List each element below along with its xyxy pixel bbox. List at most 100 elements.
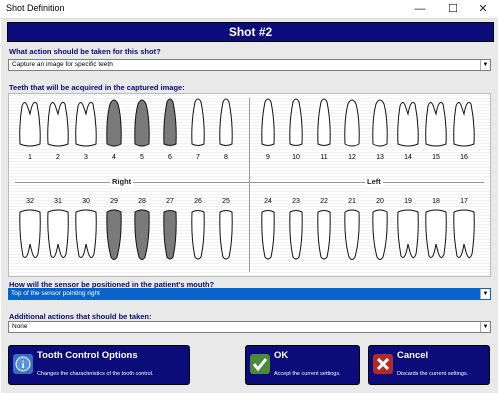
sensor-dropdown[interactable]: Top of the sensor pointing right ▼ xyxy=(8,288,491,300)
tooth-18[interactable] xyxy=(425,209,447,258)
tooth-4[interactable] xyxy=(106,99,122,147)
tooth-number: 22 xyxy=(320,198,328,205)
tooth-21[interactable] xyxy=(344,209,360,260)
tooth-20[interactable] xyxy=(372,209,388,260)
sensor-value: Top of the sensor pointing right xyxy=(9,289,480,299)
tooth-14[interactable] xyxy=(397,101,419,147)
cancel-button[interactable]: Cancel Discards the current settings. xyxy=(368,345,490,385)
tooth-26[interactable] xyxy=(191,210,205,260)
tooth-number: 32 xyxy=(26,198,34,205)
tooth-6[interactable] xyxy=(163,98,177,146)
tooth-number: 10 xyxy=(292,154,300,161)
tooth-16[interactable] xyxy=(453,101,475,147)
tooth-number: 29 xyxy=(110,198,118,205)
tooth-number: 18 xyxy=(432,198,440,205)
tooth-number: 4 xyxy=(112,154,116,161)
tooth-number: 19 xyxy=(404,198,412,205)
teeth-question: Teeth that will be acquired in the captu… xyxy=(9,83,185,92)
tooth-number: 20 xyxy=(376,198,384,205)
tooth-number: 23 xyxy=(292,198,300,205)
tooth-10[interactable] xyxy=(289,98,303,146)
action-value: Capture an image for specific teeth xyxy=(12,61,113,68)
tooth-number: 2 xyxy=(56,154,60,161)
ok-label: OK xyxy=(274,350,289,361)
tooth-number: 31 xyxy=(54,198,62,205)
tooth-control-button[interactable]: i Tooth Control Options Changes the char… xyxy=(8,345,190,385)
tooth-7[interactable] xyxy=(191,98,205,146)
tooth-22[interactable] xyxy=(317,210,331,260)
tooth-3[interactable] xyxy=(75,101,97,147)
tooth-number: 26 xyxy=(194,198,202,205)
x-icon xyxy=(373,354,393,374)
action-dropdown[interactable]: Capture an image for specific teeth ▼ xyxy=(8,59,491,71)
tooth-11[interactable] xyxy=(317,98,331,146)
arch-divider xyxy=(15,182,484,183)
tooth-29[interactable] xyxy=(106,209,122,260)
tooth-1[interactable] xyxy=(19,101,41,147)
additional-value: None xyxy=(12,323,28,330)
tooth-12[interactable] xyxy=(344,99,360,147)
tooth-28[interactable] xyxy=(134,209,150,260)
tooth-17[interactable] xyxy=(453,209,475,258)
shot-banner: Shot #2 xyxy=(7,22,494,42)
left-label: Left xyxy=(365,177,383,186)
svg-text:i: i xyxy=(22,360,25,371)
tooth-2[interactable] xyxy=(47,101,69,147)
tooth-30[interactable] xyxy=(75,209,97,258)
cancel-desc: Discards the current settings. xyxy=(397,371,469,377)
tooth-control-label: Tooth Control Options xyxy=(37,350,138,361)
tooth-number: 12 xyxy=(348,154,356,161)
tooth-5[interactable] xyxy=(134,99,150,147)
tooth-number: 7 xyxy=(196,154,200,161)
chevron-down-icon[interactable]: ▼ xyxy=(480,60,490,70)
info-icon: i xyxy=(13,354,33,374)
tooth-19[interactable] xyxy=(397,209,419,258)
tooth-number: 30 xyxy=(82,198,90,205)
tooth-24[interactable] xyxy=(261,210,275,260)
tooth-number: 14 xyxy=(404,154,412,161)
midline-divider xyxy=(249,98,250,272)
tooth-number: 8 xyxy=(224,154,228,161)
tooth-number: 28 xyxy=(138,198,146,205)
tooth-number: 9 xyxy=(266,154,270,161)
tooth-chart: Right Left 1 2 3 4 5 6 7 8 9 10 11 12 13 14 15 16 32 31 3… xyxy=(8,93,491,277)
window-title: Shot Definition xyxy=(6,3,65,13)
tooth-32[interactable] xyxy=(19,209,41,258)
cancel-label: Cancel xyxy=(397,350,429,361)
tooth-number: 15 xyxy=(432,154,440,161)
tooth-number: 17 xyxy=(460,198,468,205)
additional-dropdown[interactable]: None ▼ xyxy=(8,321,491,333)
tooth-number: 24 xyxy=(264,198,272,205)
tooth-15[interactable] xyxy=(425,101,447,147)
tooth-13[interactable] xyxy=(372,99,388,147)
tooth-control-desc: Changes the characteristics of the tooth… xyxy=(37,371,154,377)
tooth-23[interactable] xyxy=(289,210,303,260)
tooth-number: 6 xyxy=(168,154,172,161)
tooth-number: 1 xyxy=(28,154,32,161)
tooth-number: 11 xyxy=(320,154,328,161)
tooth-number: 16 xyxy=(460,154,468,161)
tooth-number: 3 xyxy=(84,154,88,161)
chevron-down-icon[interactable]: ▼ xyxy=(480,289,490,299)
tooth-31[interactable] xyxy=(47,209,69,258)
chevron-down-icon[interactable]: ▼ xyxy=(480,322,490,332)
tooth-8[interactable] xyxy=(219,98,233,146)
tooth-25[interactable] xyxy=(219,210,233,260)
right-label: Right xyxy=(110,177,134,186)
tooth-number: 27 xyxy=(166,198,174,205)
minimize-button[interactable]: — xyxy=(406,0,434,18)
action-question: What action should be taken for this sho… xyxy=(9,47,161,56)
check-icon xyxy=(250,354,270,374)
tooth-9[interactable] xyxy=(261,98,275,146)
tooth-number: 25 xyxy=(222,198,230,205)
ok-desc: Accept the current settings. xyxy=(274,371,341,377)
tooth-number: 13 xyxy=(376,154,384,161)
title-bar: Shot Definition — ☐ ✕ xyxy=(0,0,499,18)
tooth-number: 21 xyxy=(348,198,356,205)
maximize-button[interactable]: ☐ xyxy=(439,0,467,18)
additional-question: Additional actions that should be taken: xyxy=(9,312,152,321)
ok-button[interactable]: OK Accept the current settings. xyxy=(245,345,360,385)
tooth-27[interactable] xyxy=(163,210,177,260)
tooth-number: 5 xyxy=(140,154,144,161)
close-button[interactable]: ✕ xyxy=(469,0,497,18)
